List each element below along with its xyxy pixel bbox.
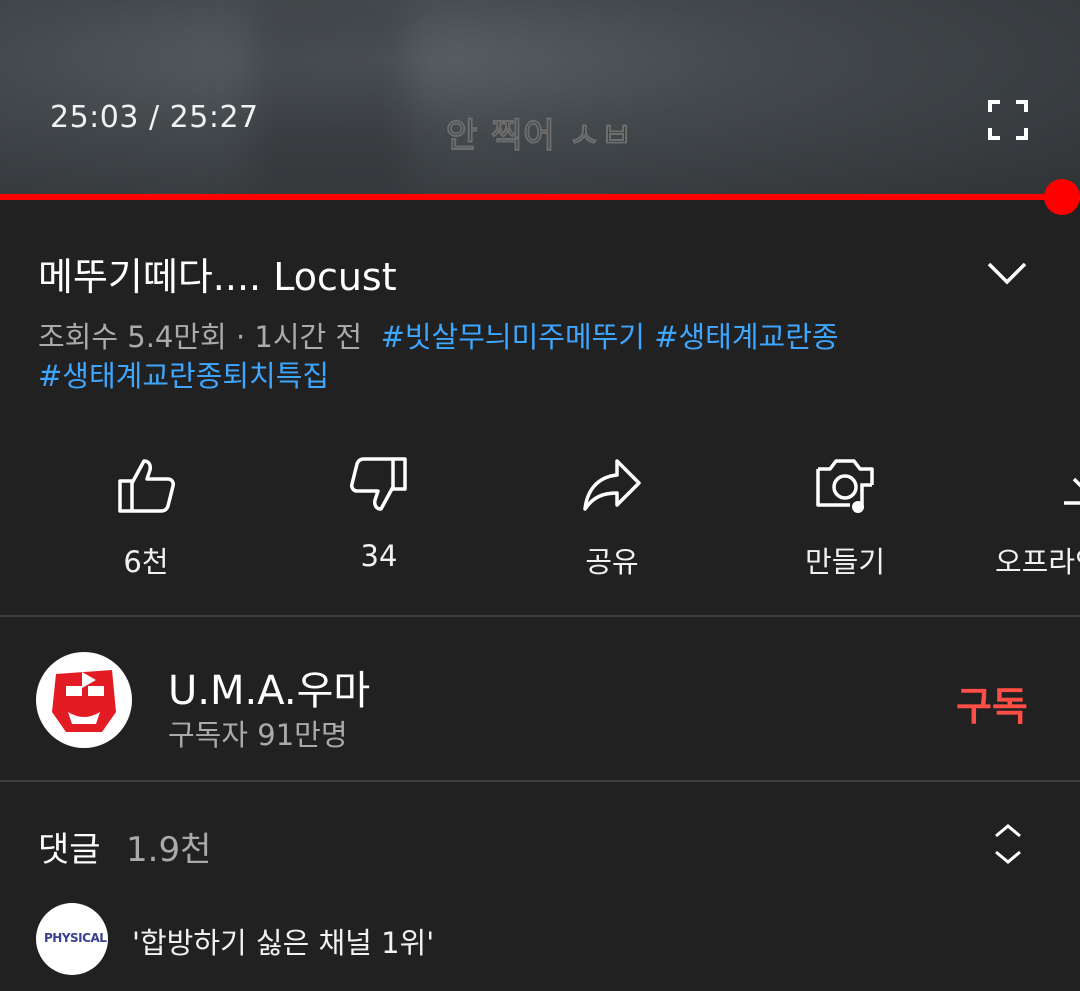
progress-scrubber[interactable]: [1044, 179, 1080, 215]
like-count: 6천: [123, 545, 169, 579]
thumbs-up-icon: [118, 459, 175, 513]
comment-text[interactable]: '합방하기 싫은 채널 1위': [132, 920, 434, 962]
subscribe-button[interactable]: 구독: [956, 676, 1028, 732]
like-button[interactable]: 6천: [46, 455, 246, 581]
channel-logo-icon: [52, 670, 116, 732]
download-icon: [1064, 477, 1080, 505]
hashtag-link[interactable]: #생태계교란종: [654, 320, 838, 354]
unfold-icon[interactable]: [990, 822, 1026, 866]
dislike-count: 34: [360, 539, 398, 573]
comments-count: 1.9천: [126, 830, 212, 870]
dislike-button[interactable]: 34: [279, 455, 479, 573]
share-label: 공유: [585, 545, 639, 579]
progress-bar[interactable]: [0, 179, 1080, 215]
upload-age: 1시간 전: [254, 320, 363, 354]
video-meta: 조회수 5.4만회 · 1시간 전 #빗살무늬미주메뚜기 #생태계교란종 #생태계…: [38, 320, 839, 393]
thumbs-down-icon: [350, 457, 407, 511]
subscriber-count: 구독자 91만명: [168, 718, 348, 752]
share-icon: [583, 459, 641, 511]
channel-avatar[interactable]: [36, 652, 132, 748]
time-display: 25:03 / 25:27: [50, 100, 259, 135]
video-title[interactable]: 메뚜기떼다.... Locust: [38, 246, 397, 301]
create-icon: [816, 459, 874, 513]
video-frame-haze: [250, 0, 410, 198]
current-time: 25:03: [50, 100, 139, 135]
view-count: 조회수 5.4만회: [38, 320, 227, 354]
create-button[interactable]: 만들기: [745, 455, 945, 581]
chevron-down-icon[interactable]: [986, 256, 1028, 290]
create-label: 만들기: [804, 545, 886, 579]
hashtag-link[interactable]: #빗살무늬미주메뚜기: [381, 320, 645, 354]
video-subtitle: 안 찍어 ㅅㅂ: [445, 116, 634, 157]
divider: [0, 615, 1080, 617]
channel-name[interactable]: U.M.A.우마: [168, 658, 370, 716]
download-button[interactable]: 오프라인: [978, 455, 1080, 581]
comments-title[interactable]: 댓글: [38, 822, 101, 871]
fullscreen-icon[interactable]: [988, 100, 1028, 140]
share-button[interactable]: 공유: [512, 455, 712, 581]
download-label: 오프라인: [995, 545, 1080, 579]
hashtag-link[interactable]: #생태계교란종퇴치특집: [38, 359, 329, 393]
divider: [0, 780, 1080, 782]
progress-fill: [0, 194, 1062, 200]
action-bar: 6천 34 공유 만들기 오프라인: [0, 455, 1080, 585]
duration: 25:27: [169, 100, 259, 135]
comment-avatar-text: PHYSICAL: [44, 931, 107, 945]
video-player[interactable]: 25:03 / 25:27 안 찍어 ㅅㅂ: [0, 0, 1080, 198]
comment-avatar[interactable]: PHYSICAL: [36, 903, 108, 975]
time-separator: /: [138, 100, 170, 135]
